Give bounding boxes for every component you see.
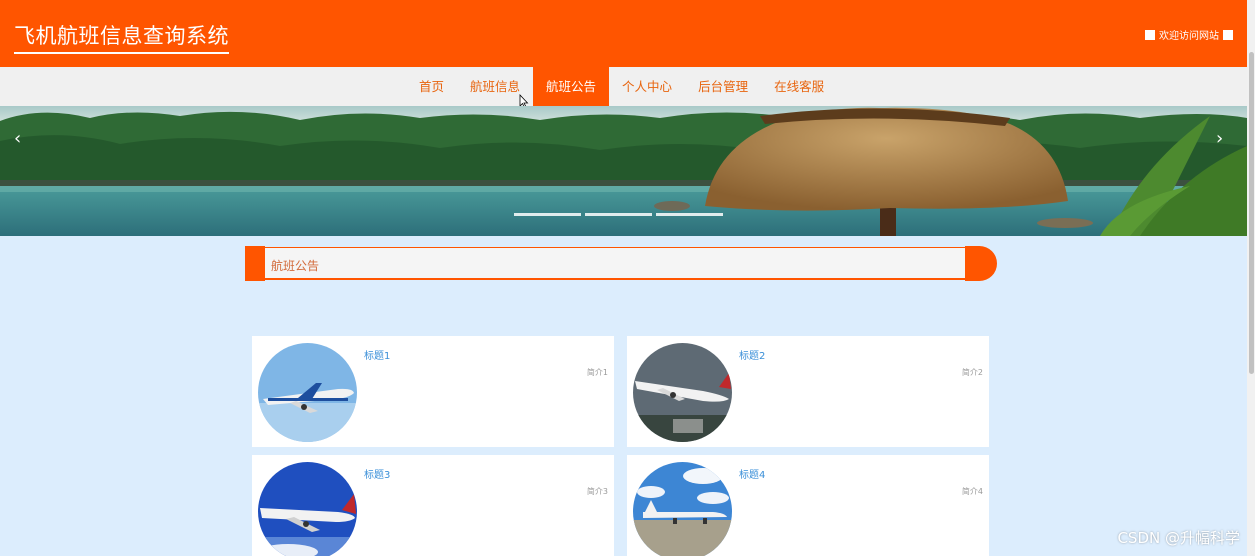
card-intro: 简介1 bbox=[586, 368, 608, 377]
card-intro: 简介2 bbox=[961, 368, 983, 377]
card-title[interactable]: 标题4 bbox=[739, 466, 765, 481]
airplane-image[interactable] bbox=[258, 343, 357, 442]
welcome-area: 欢迎访问网站 bbox=[1145, 27, 1233, 42]
list-item[interactable]: 标题4 简介4 bbox=[627, 455, 989, 556]
watermark-text: CSDN @升幅科学 bbox=[1117, 529, 1240, 547]
nav-item-admin[interactable]: 后台管理 bbox=[685, 67, 761, 106]
airplane-image[interactable] bbox=[258, 462, 357, 556]
section-left-tab bbox=[245, 246, 265, 281]
site-header: 飞机航班信息查询系统 欢迎访问网站 bbox=[0, 0, 1247, 67]
section-bar: 航班公告 bbox=[265, 247, 970, 280]
section-title: 航班公告 bbox=[271, 259, 320, 273]
nav-item-flight-notice[interactable]: 航班公告 bbox=[533, 67, 610, 106]
page-scrollbar[interactable] bbox=[1247, 0, 1255, 556]
chevron-right-icon[interactable]: › bbox=[1216, 128, 1223, 149]
nav-item-home[interactable]: 首页 bbox=[406, 67, 457, 106]
square-icon bbox=[1223, 29, 1233, 40]
carousel-indicator[interactable] bbox=[585, 213, 652, 216]
card-intro: 简介4 bbox=[961, 487, 983, 496]
carousel-indicator[interactable] bbox=[514, 213, 581, 216]
square-icon bbox=[1145, 29, 1155, 40]
banner-image bbox=[0, 106, 1247, 236]
nav-item-personal-center[interactable]: 个人中心 bbox=[609, 67, 685, 106]
card-title[interactable]: 标题1 bbox=[364, 347, 390, 362]
section-header: 航班公告 bbox=[245, 246, 997, 281]
welcome-text: 欢迎访问网站 bbox=[1159, 31, 1219, 42]
card-title[interactable]: 标题3 bbox=[364, 466, 390, 481]
card-title[interactable]: 标题2 bbox=[739, 347, 765, 362]
card-intro: 简介3 bbox=[586, 487, 608, 496]
airplane-image[interactable] bbox=[633, 462, 732, 556]
list-item[interactable]: 标题1 简介1 bbox=[252, 336, 614, 447]
scrollbar-thumb[interactable] bbox=[1249, 52, 1254, 374]
airplane-image[interactable] bbox=[633, 343, 732, 442]
list-item[interactable]: 标题3 简介3 bbox=[252, 455, 614, 556]
banner-carousel[interactable] bbox=[0, 106, 1247, 236]
list-item[interactable]: 标题2 简介2 bbox=[627, 336, 989, 447]
site-title[interactable]: 飞机航班信息查询系统 bbox=[14, 20, 229, 54]
carousel-indicators bbox=[514, 213, 723, 216]
carousel-indicator[interactable] bbox=[656, 213, 723, 216]
chevron-left-icon[interactable]: ‹ bbox=[14, 128, 21, 149]
section-right-cap bbox=[965, 246, 997, 281]
nav-item-online-service[interactable]: 在线客服 bbox=[761, 67, 837, 106]
main-nav: 首页 航班信息 航班公告 个人中心 后台管理 在线客服 bbox=[0, 67, 1247, 106]
